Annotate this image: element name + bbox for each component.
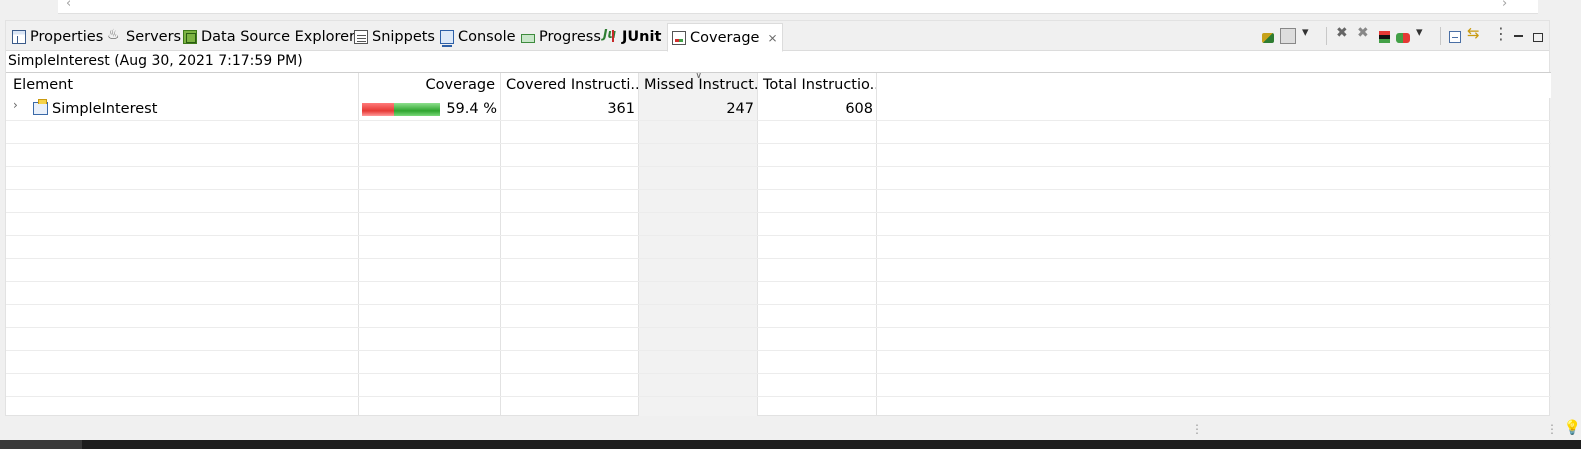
empty-table-row — [6, 305, 1551, 328]
coverage-icon — [672, 30, 686, 45]
view-tab-bar: Properties Servers Data Source Explorer … — [6, 21, 1549, 52]
top-scrollbar[interactable]: ‹ › — [0, 0, 1581, 16]
tab-junit[interactable]: JUnit — [600, 24, 665, 50]
collapse-all-icon[interactable] — [1449, 31, 1461, 43]
scroll-left-icon[interactable]: ‹ — [66, 0, 71, 11]
header-coverage[interactable]: Coverage — [359, 73, 501, 98]
empty-table-row — [6, 121, 1551, 144]
relaunch-coverage-icon[interactable] — [1262, 33, 1274, 43]
tab-label: Progress — [539, 29, 601, 45]
tab-properties[interactable]: Properties — [8, 24, 107, 50]
progress-icon — [521, 34, 535, 43]
tab-label: Snippets — [372, 29, 435, 45]
empty-table-row — [6, 236, 1551, 259]
properties-icon — [12, 30, 26, 44]
tab-console[interactable]: Console — [436, 24, 520, 50]
session-dropdown-icon[interactable] — [1416, 25, 1432, 44]
view-menu-icon[interactable] — [1489, 24, 1509, 44]
empty-table-row — [6, 167, 1551, 190]
project-folder-icon — [33, 99, 48, 115]
coverage-view: Properties Servers Data Source Explorer … — [5, 20, 1551, 416]
link-with-editor-icon[interactable] — [1467, 24, 1483, 44]
header-element[interactable]: Element — [6, 73, 359, 98]
tab-label: Servers — [126, 29, 182, 45]
minimize-icon[interactable] — [1511, 28, 1527, 44]
expand-chevron-icon[interactable]: › — [13, 98, 18, 112]
status-bar: ⋮ ⋮ 💡 — [0, 420, 1581, 440]
snippets-icon — [354, 30, 368, 44]
empty-table-row — [6, 144, 1551, 167]
taskbar-segment — [0, 440, 82, 449]
empty-table-row — [6, 351, 1551, 374]
tab-servers[interactable]: Servers — [104, 24, 185, 50]
row-coverage: 59.4 % — [446, 101, 497, 117]
row-element: SimpleInterest — [52, 101, 158, 117]
servers-icon — [107, 27, 122, 44]
maximize-icon[interactable] — [1533, 33, 1543, 42]
view-toolbar — [1262, 24, 1543, 47]
lightbulb-icon[interactable]: 💡 — [1564, 420, 1581, 436]
header-covered-instructions[interactable]: Covered Instructi... — [501, 73, 639, 98]
select-session-icon[interactable] — [1396, 33, 1410, 43]
empty-table-row — [6, 282, 1551, 305]
merge-sessions-icon[interactable] — [1379, 31, 1390, 43]
row-total: 608 — [845, 101, 873, 117]
tab-data-source-explorer[interactable]: Data Source Explorer — [179, 24, 359, 50]
table-header: Element Coverage Covered Instructi... Mi… — [6, 73, 1551, 98]
tab-label: Data Source Explorer — [201, 29, 356, 45]
status-grip-icon[interactable]: ⋮ — [1546, 422, 1558, 436]
empty-table-row — [6, 328, 1551, 351]
dump-dropdown-icon[interactable] — [1302, 25, 1318, 44]
empty-table-row — [6, 190, 1551, 213]
status-grip-icon[interactable]: ⋮ — [1191, 422, 1203, 436]
toolbar-separator — [1440, 27, 1441, 45]
header-total-instructions[interactable]: Total Instructio... — [758, 73, 877, 98]
empty-table-row — [6, 259, 1551, 282]
close-tab-icon[interactable]: ⨯ — [767, 31, 777, 45]
tab-label: Properties — [30, 29, 104, 45]
scroll-right-icon[interactable]: › — [1502, 0, 1507, 11]
table-row[interactable]: › SimpleInterest 59.4 % 361 247 608 — [6, 98, 1551, 121]
console-icon — [440, 30, 454, 47]
data-source-explorer-icon — [183, 30, 197, 44]
remove-all-sessions-icon[interactable] — [1357, 25, 1373, 44]
sort-descending-icon: ∨ — [695, 72, 703, 81]
coverage-table[interactable]: Element Coverage Covered Instructi... Mi… — [6, 72, 1551, 416]
tab-label: JUnit — [622, 29, 662, 45]
remove-session-icon[interactable] — [1335, 25, 1351, 44]
toolbar-separator — [1326, 27, 1327, 45]
empty-table-row — [6, 397, 1551, 416]
row-missed: 247 — [726, 101, 754, 117]
dump-execution-data-icon[interactable] — [1280, 28, 1296, 44]
empty-table-row — [6, 213, 1551, 236]
row-covered: 361 — [607, 101, 635, 117]
tab-label: Coverage — [690, 29, 760, 46]
tab-label: Console — [458, 29, 516, 45]
tab-progress[interactable]: Progress — [517, 24, 605, 50]
session-title: SimpleInterest (Aug 30, 2021 7:17:59 PM) — [8, 53, 303, 69]
empty-table-row — [6, 374, 1551, 397]
scrollbar-track[interactable] — [58, 0, 1538, 14]
tab-coverage[interactable]: Coverage ⨯ — [667, 23, 783, 52]
tab-snippets[interactable]: Snippets — [350, 24, 439, 50]
taskbar-strip — [0, 440, 1581, 449]
junit-icon — [603, 27, 618, 44]
